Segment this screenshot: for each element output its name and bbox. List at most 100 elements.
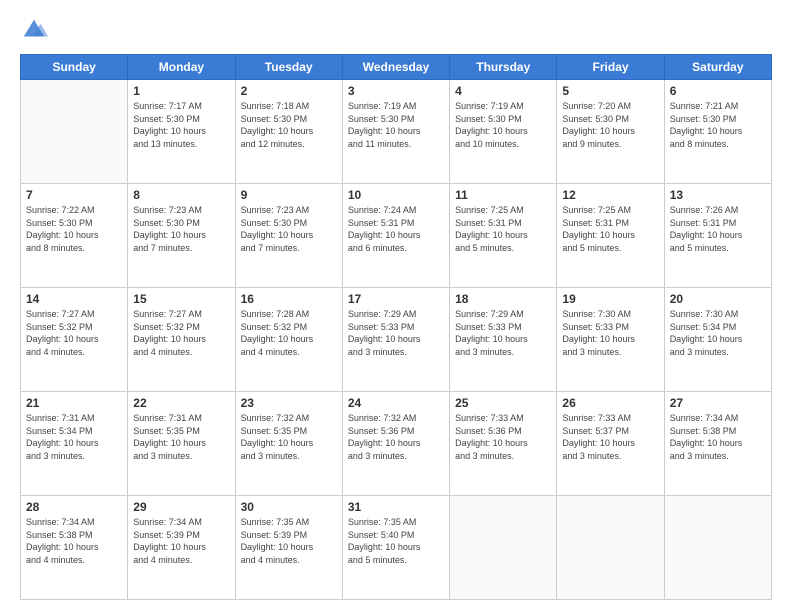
weekday-header-row: SundayMondayTuesdayWednesdayThursdayFrid…: [21, 55, 772, 80]
day-number: 15: [133, 292, 229, 306]
day-info: Sunrise: 7:26 AMSunset: 5:31 PMDaylight:…: [670, 204, 766, 254]
weekday-header-sunday: Sunday: [21, 55, 128, 80]
calendar-cell: 19 Sunrise: 7:30 AMSunset: 5:33 PMDayligh…: [557, 288, 664, 392]
page: SundayMondayTuesdayWednesdayThursdayFrid…: [0, 0, 792, 612]
calendar-cell: 6 Sunrise: 7:21 AMSunset: 5:30 PMDaylight…: [664, 80, 771, 184]
calendar-cell: 11 Sunrise: 7:25 AMSunset: 5:31 PMDayligh…: [450, 184, 557, 288]
day-info: Sunrise: 7:35 AMSunset: 5:40 PMDaylight:…: [348, 516, 444, 566]
day-info: Sunrise: 7:34 AMSunset: 5:38 PMDaylight:…: [670, 412, 766, 462]
day-info: Sunrise: 7:32 AMSunset: 5:35 PMDaylight:…: [241, 412, 337, 462]
day-number: 12: [562, 188, 658, 202]
day-number: 13: [670, 188, 766, 202]
day-info: Sunrise: 7:35 AMSunset: 5:39 PMDaylight:…: [241, 516, 337, 566]
calendar-cell: 23 Sunrise: 7:32 AMSunset: 5:35 PMDayligh…: [235, 392, 342, 496]
week-row-3: 14 Sunrise: 7:27 AMSunset: 5:32 PMDayligh…: [21, 288, 772, 392]
day-info: Sunrise: 7:23 AMSunset: 5:30 PMDaylight:…: [133, 204, 229, 254]
calendar-cell: 13 Sunrise: 7:26 AMSunset: 5:31 PMDayligh…: [664, 184, 771, 288]
calendar-cell: 15 Sunrise: 7:27 AMSunset: 5:32 PMDayligh…: [128, 288, 235, 392]
day-number: 16: [241, 292, 337, 306]
day-info: Sunrise: 7:18 AMSunset: 5:30 PMDaylight:…: [241, 100, 337, 150]
calendar-cell: 9 Sunrise: 7:23 AMSunset: 5:30 PMDaylight…: [235, 184, 342, 288]
day-info: Sunrise: 7:27 AMSunset: 5:32 PMDaylight:…: [26, 308, 122, 358]
calendar-cell: 29 Sunrise: 7:34 AMSunset: 5:39 PMDayligh…: [128, 496, 235, 600]
day-number: 7: [26, 188, 122, 202]
calendar-cell: 10 Sunrise: 7:24 AMSunset: 5:31 PMDayligh…: [342, 184, 449, 288]
day-number: 3: [348, 84, 444, 98]
day-number: 22: [133, 396, 229, 410]
day-number: 17: [348, 292, 444, 306]
day-number: 25: [455, 396, 551, 410]
calendar-cell: [557, 496, 664, 600]
day-number: 1: [133, 84, 229, 98]
day-info: Sunrise: 7:32 AMSunset: 5:36 PMDaylight:…: [348, 412, 444, 462]
day-info: Sunrise: 7:25 AMSunset: 5:31 PMDaylight:…: [455, 204, 551, 254]
day-number: 23: [241, 396, 337, 410]
calendar-cell: 7 Sunrise: 7:22 AMSunset: 5:30 PMDaylight…: [21, 184, 128, 288]
day-number: 19: [562, 292, 658, 306]
day-info: Sunrise: 7:23 AMSunset: 5:30 PMDaylight:…: [241, 204, 337, 254]
weekday-header-thursday: Thursday: [450, 55, 557, 80]
day-info: Sunrise: 7:33 AMSunset: 5:37 PMDaylight:…: [562, 412, 658, 462]
weekday-header-saturday: Saturday: [664, 55, 771, 80]
week-row-4: 21Sunrise: 7:31 AMSunset: 5:34 PMDayligh…: [21, 392, 772, 496]
day-number: 28: [26, 500, 122, 514]
calendar-cell: 8 Sunrise: 7:23 AMSunset: 5:30 PMDaylight…: [128, 184, 235, 288]
day-number: 18: [455, 292, 551, 306]
day-number: 26: [562, 396, 658, 410]
calendar-cell: 4 Sunrise: 7:19 AMSunset: 5:30 PMDaylight…: [450, 80, 557, 184]
day-info: Sunrise: 7:17 AMSunset: 5:30 PMDaylight:…: [133, 100, 229, 150]
day-number: 5: [562, 84, 658, 98]
day-info: Sunrise: 7:29 AMSunset: 5:33 PMDaylight:…: [455, 308, 551, 358]
calendar-cell: 26 Sunrise: 7:33 AMSunset: 5:37 PMDayligh…: [557, 392, 664, 496]
calendar-cell: [450, 496, 557, 600]
day-info: Sunrise: 7:19 AMSunset: 5:30 PMDaylight:…: [348, 100, 444, 150]
calendar-cell: 5Sunrise: 7:20 AMSunset: 5:30 PMDaylight…: [557, 80, 664, 184]
day-number: 8: [133, 188, 229, 202]
day-number: 2: [241, 84, 337, 98]
day-number: 29: [133, 500, 229, 514]
day-info: Sunrise: 7:27 AMSunset: 5:32 PMDaylight:…: [133, 308, 229, 358]
day-info: Sunrise: 7:28 AMSunset: 5:32 PMDaylight:…: [241, 308, 337, 358]
calendar-cell: 28Sunrise: 7:34 AMSunset: 5:38 PMDayligh…: [21, 496, 128, 600]
header: [20, 16, 772, 44]
weekday-header-tuesday: Tuesday: [235, 55, 342, 80]
calendar-cell: [21, 80, 128, 184]
week-row-5: 28Sunrise: 7:34 AMSunset: 5:38 PMDayligh…: [21, 496, 772, 600]
calendar-cell: 31 Sunrise: 7:35 AMSunset: 5:40 PMDayligh…: [342, 496, 449, 600]
calendar-cell: [664, 496, 771, 600]
calendar-cell: 18 Sunrise: 7:29 AMSunset: 5:33 PMDayligh…: [450, 288, 557, 392]
weekday-header-wednesday: Wednesday: [342, 55, 449, 80]
day-info: Sunrise: 7:30 AMSunset: 5:34 PMDaylight:…: [670, 308, 766, 358]
week-row-1: 1 Sunrise: 7:17 AMSunset: 5:30 PMDaylight…: [21, 80, 772, 184]
day-number: 14: [26, 292, 122, 306]
calendar-cell: 21Sunrise: 7:31 AMSunset: 5:34 PMDayligh…: [21, 392, 128, 496]
day-info: Sunrise: 7:21 AMSunset: 5:30 PMDaylight:…: [670, 100, 766, 150]
day-info: Sunrise: 7:34 AMSunset: 5:39 PMDaylight:…: [133, 516, 229, 566]
calendar-cell: 24Sunrise: 7:32 AMSunset: 5:36 PMDayligh…: [342, 392, 449, 496]
day-info: Sunrise: 7:24 AMSunset: 5:31 PMDaylight:…: [348, 204, 444, 254]
logo-icon: [20, 16, 48, 44]
day-number: 10: [348, 188, 444, 202]
calendar-table: SundayMondayTuesdayWednesdayThursdayFrid…: [20, 54, 772, 600]
day-number: 6: [670, 84, 766, 98]
day-info: Sunrise: 7:22 AMSunset: 5:30 PMDaylight:…: [26, 204, 122, 254]
day-info: Sunrise: 7:19 AMSunset: 5:30 PMDaylight:…: [455, 100, 551, 150]
calendar-cell: 25 Sunrise: 7:33 AMSunset: 5:36 PMDayligh…: [450, 392, 557, 496]
day-number: 4: [455, 84, 551, 98]
day-info: Sunrise: 7:31 AMSunset: 5:35 PMDaylight:…: [133, 412, 229, 462]
week-row-2: 7 Sunrise: 7:22 AMSunset: 5:30 PMDaylight…: [21, 184, 772, 288]
calendar-cell: 16 Sunrise: 7:28 AMSunset: 5:32 PMDayligh…: [235, 288, 342, 392]
day-info: Sunrise: 7:33 AMSunset: 5:36 PMDaylight:…: [455, 412, 551, 462]
day-number: 11: [455, 188, 551, 202]
calendar-cell: 17Sunrise: 7:29 AMSunset: 5:33 PMDayligh…: [342, 288, 449, 392]
calendar-cell: 2 Sunrise: 7:18 AMSunset: 5:30 PMDaylight…: [235, 80, 342, 184]
day-number: 31: [348, 500, 444, 514]
day-info: Sunrise: 7:25 AMSunset: 5:31 PMDaylight:…: [562, 204, 658, 254]
calendar-cell: 3 Sunrise: 7:19 AMSunset: 5:30 PMDaylight…: [342, 80, 449, 184]
calendar-cell: 20Sunrise: 7:30 AMSunset: 5:34 PMDayligh…: [664, 288, 771, 392]
weekday-header-friday: Friday: [557, 55, 664, 80]
calendar-cell: 27Sunrise: 7:34 AMSunset: 5:38 PMDayligh…: [664, 392, 771, 496]
calendar-cell: 1 Sunrise: 7:17 AMSunset: 5:30 PMDaylight…: [128, 80, 235, 184]
day-number: 9: [241, 188, 337, 202]
day-info: Sunrise: 7:30 AMSunset: 5:33 PMDaylight:…: [562, 308, 658, 358]
